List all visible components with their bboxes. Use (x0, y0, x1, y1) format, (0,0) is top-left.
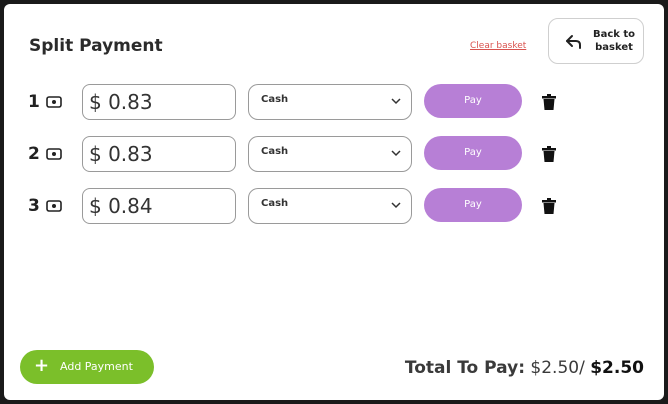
payment-row: 2 Cash Pay (4, 135, 664, 175)
amount-input[interactable] (82, 136, 236, 172)
trash-icon[interactable] (542, 198, 556, 214)
amount-input[interactable] (82, 188, 236, 224)
total-to-pay: Total To Pay: $2.50/ $2.50 (405, 358, 644, 378)
payment-index: 1 (28, 92, 40, 112)
trash-icon[interactable] (542, 146, 556, 162)
back-arrow-icon (566, 35, 581, 49)
page-title: Split Payment (29, 36, 163, 56)
cash-icon (46, 148, 62, 160)
payment-row: 1 Cash Pay (4, 83, 664, 123)
split-payment-panel: Split Payment Clear basket Back to baske… (4, 4, 664, 400)
trash-icon[interactable] (542, 94, 556, 110)
total-due-value: $2.50 (590, 358, 644, 378)
pay-button[interactable]: Pay (424, 136, 522, 170)
payment-method-select[interactable]: Cash (248, 136, 412, 172)
pay-button[interactable]: Pay (424, 188, 522, 222)
payment-index: 3 (28, 196, 40, 216)
add-payment-label: Add Payment (60, 360, 133, 373)
payment-method-select[interactable]: Cash (248, 84, 412, 120)
amount-input[interactable] (82, 84, 236, 120)
clear-basket-link[interactable]: Clear basket (470, 41, 526, 51)
cash-icon (46, 200, 62, 212)
chevron-down-icon (391, 98, 401, 105)
chevron-down-icon (391, 150, 401, 157)
back-button-label: Back to basket (592, 29, 636, 53)
payment-method-select[interactable]: Cash (248, 188, 412, 224)
total-paid-value: $2.50/ (530, 358, 585, 378)
back-to-basket-button[interactable]: Back to basket (548, 18, 644, 64)
plus-icon: + (34, 355, 50, 376)
add-payment-button[interactable]: + Add Payment (20, 350, 154, 384)
pay-button[interactable]: Pay (424, 84, 522, 118)
chevron-down-icon (391, 202, 401, 209)
cash-icon (46, 96, 62, 108)
payment-row: 3 Cash Pay (4, 187, 664, 227)
payment-index: 2 (28, 144, 40, 164)
total-label: Total To Pay: (404, 358, 525, 378)
